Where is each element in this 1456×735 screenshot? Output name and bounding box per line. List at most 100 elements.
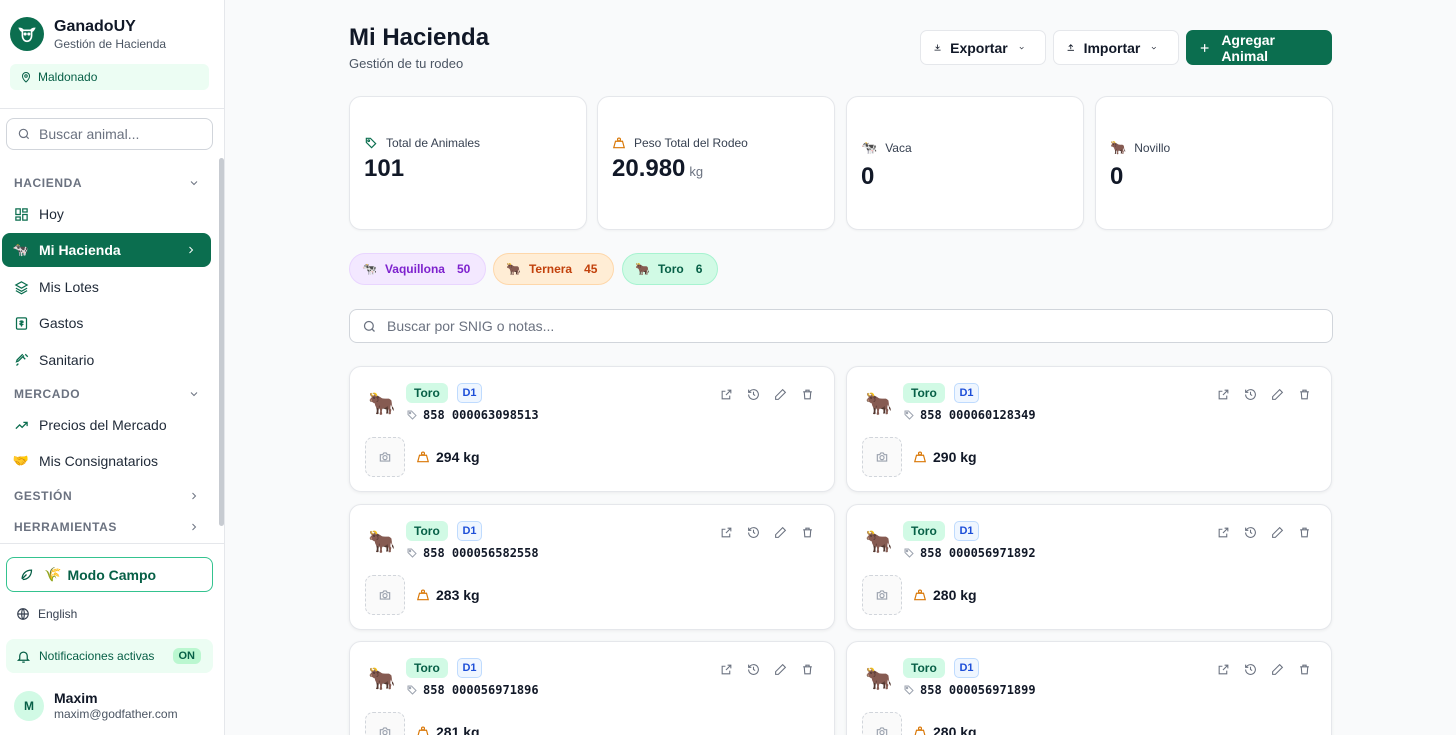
tag-icon	[407, 548, 417, 558]
trash-icon[interactable]	[1297, 662, 1311, 676]
snig-number: 858 000056582558	[423, 546, 539, 560]
sidebar-item-precios[interactable]: Precios del Mercado	[2, 408, 211, 442]
import-button[interactable]: Importar	[1053, 30, 1179, 65]
history-icon[interactable]	[1243, 525, 1257, 539]
external-link-icon[interactable]	[1216, 662, 1230, 676]
category-badge: Toro	[903, 383, 945, 403]
export-button[interactable]: Exportar	[920, 30, 1046, 65]
trash-icon[interactable]	[800, 387, 814, 401]
section-gestion-label: GESTIÓN	[14, 489, 73, 503]
animal-card[interactable]: 🐂 Toro D1 858 000056971892 280 kg	[846, 504, 1332, 630]
camera-icon	[379, 452, 391, 462]
section-hacienda[interactable]: HACIENDA	[14, 176, 200, 190]
edit-icon[interactable]	[773, 662, 787, 676]
avatar: M	[14, 690, 44, 721]
stat-value: 0	[861, 163, 875, 190]
filter-chip-toro[interactable]: 🐂 Toro 6	[622, 253, 718, 285]
wheat-icon: 🌾	[44, 566, 62, 582]
edit-icon[interactable]	[1270, 387, 1284, 401]
snig-number: 858 000056971892	[920, 546, 1036, 560]
sidebar-search-input[interactable]: Buscar animal...	[6, 118, 213, 150]
history-icon[interactable]	[746, 525, 760, 539]
sidebar-item-mis-lotes[interactable]: Mis Lotes	[2, 270, 211, 304]
category-badge: Toro	[406, 383, 448, 403]
animal-card[interactable]: 🐂 Toro D1 858 000056582558 283 kg	[349, 504, 835, 630]
photo-placeholder[interactable]	[365, 575, 405, 615]
animal-card[interactable]: 🐂 Toro D1 858 000063098513 294 kg	[349, 366, 835, 492]
sidebar-item-label: Precios del Mercado	[39, 417, 167, 433]
animal-weight: 280 kg	[913, 724, 977, 735]
edit-icon[interactable]	[1270, 525, 1284, 539]
trash-icon[interactable]	[1297, 525, 1311, 539]
syringe-icon	[13, 352, 29, 368]
sidebar-item-label: Hoy	[39, 206, 64, 222]
external-link-icon[interactable]	[719, 662, 733, 676]
edit-icon[interactable]	[773, 387, 787, 401]
history-icon[interactable]	[1243, 662, 1257, 676]
brand[interactable]: GanadoUY Gestión de Hacienda	[10, 17, 166, 51]
snig-id: 858 000063098513	[406, 408, 539, 422]
sidebar-item-gastos[interactable]: Gastos	[2, 306, 211, 340]
layers-icon	[13, 279, 29, 295]
weight-icon	[914, 726, 926, 735]
ox-icon: 🐂	[865, 391, 893, 416]
snig-number: 858 000060128349	[920, 408, 1036, 422]
photo-placeholder[interactable]	[365, 437, 405, 477]
card-actions	[1203, 387, 1311, 401]
filter-chip-vaquillona[interactable]: 🐄 Vaquillona 50	[349, 253, 486, 285]
import-label: Importar	[1083, 39, 1141, 56]
location-badge[interactable]: Maldonado	[10, 64, 209, 90]
edit-icon[interactable]	[773, 525, 787, 539]
dentition-badge: D1	[954, 383, 979, 403]
location-label: Maldonado	[38, 70, 98, 84]
external-link-icon[interactable]	[719, 525, 733, 539]
animal-card[interactable]: 🐂 Toro D1 858 000056971899 280 kg	[846, 641, 1332, 735]
tag-icon	[904, 685, 914, 695]
dentition-badge: D1	[954, 521, 979, 541]
sidebar-item-hoy[interactable]: Hoy	[2, 197, 211, 231]
animal-card[interactable]: 🐂 Toro D1 858 000060128349 290 kg	[846, 366, 1332, 492]
history-icon[interactable]	[1243, 387, 1257, 401]
external-link-icon[interactable]	[1216, 525, 1230, 539]
download-icon	[934, 44, 941, 51]
snig-id: 858 000060128349	[903, 408, 1036, 422]
filter-chip-ternera[interactable]: 🐂 Ternera 45	[493, 253, 614, 285]
modo-campo-button[interactable]: 🌾 Modo Campo	[6, 557, 213, 592]
weight-value: 283 kg	[436, 587, 480, 603]
dashboard-icon	[13, 206, 29, 222]
animal-card[interactable]: 🐂 Toro D1 858 000056971896 281 kg	[349, 641, 835, 735]
edit-icon[interactable]	[1270, 662, 1284, 676]
sidebar-item-consignatarios[interactable]: 🤝 Mis Consignatarios	[2, 444, 211, 478]
photo-placeholder[interactable]	[862, 575, 902, 615]
snig-search-input[interactable]: Buscar por SNIG o notas...	[349, 309, 1333, 343]
language-switch[interactable]: English	[16, 607, 77, 621]
section-gestion[interactable]: GESTIÓN	[14, 489, 200, 503]
history-icon[interactable]	[746, 662, 760, 676]
history-icon[interactable]	[746, 387, 760, 401]
plus-icon	[1200, 43, 1209, 52]
stat-label: Vaca	[885, 141, 912, 155]
sidebar-item-sanitario[interactable]: Sanitario	[2, 343, 211, 377]
chevron-down-icon	[190, 181, 198, 186]
sidebar-item-mi-hacienda[interactable]: 🐄 Mi Hacienda	[2, 233, 211, 267]
stat-vaca: 🐄 Vaca 0	[846, 96, 1084, 230]
chip-count: 50	[456, 262, 471, 276]
photo-placeholder[interactable]	[862, 437, 902, 477]
notifications-toggle[interactable]: Notificaciones activas ON	[6, 639, 213, 673]
ox-icon: 🐂	[368, 666, 396, 691]
photo-placeholder[interactable]	[365, 712, 405, 735]
section-herramientas[interactable]: HERRAMIENTAS	[14, 520, 200, 534]
trash-icon[interactable]	[800, 662, 814, 676]
add-animal-button[interactable]: Agregar Animal	[1186, 30, 1332, 65]
external-link-icon[interactable]	[1216, 387, 1230, 401]
user-profile[interactable]: M Maxim maxim@godfather.com	[14, 690, 178, 721]
trash-icon[interactable]	[800, 525, 814, 539]
weight-value: 294 kg	[436, 449, 480, 465]
trash-icon[interactable]	[1297, 387, 1311, 401]
card-actions	[1203, 525, 1311, 539]
photo-placeholder[interactable]	[862, 712, 902, 735]
section-mercado[interactable]: MERCADO	[14, 387, 200, 401]
sidebar: GanadoUY Gestión de Hacienda Maldonado B…	[0, 0, 225, 735]
sidebar-scrollbar[interactable]	[219, 158, 224, 526]
external-link-icon[interactable]	[719, 387, 733, 401]
